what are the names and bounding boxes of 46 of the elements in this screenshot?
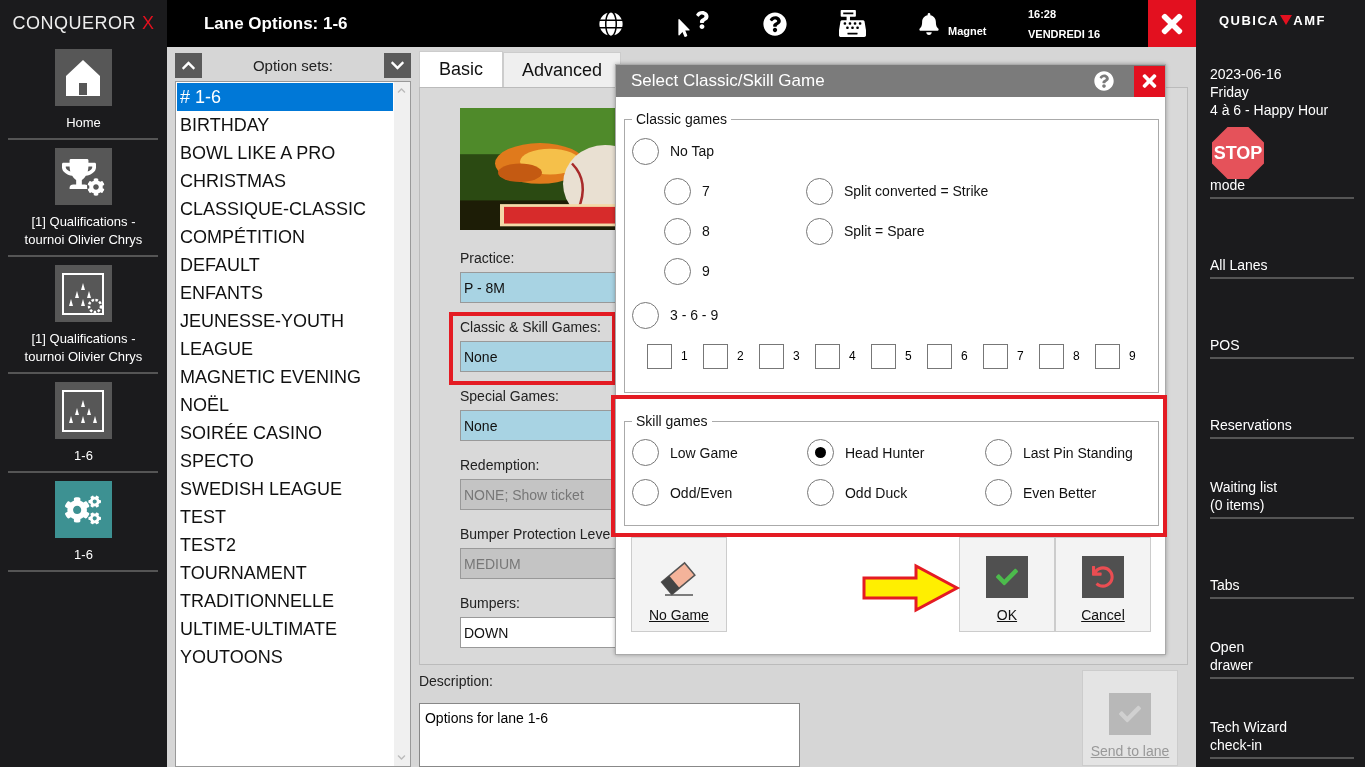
radio-label: 3 - 6 - 9 [669,307,719,323]
checkbox-label: 4 [847,349,857,363]
field-label: Special Games: [459,388,560,405]
field-label: Practice: [459,250,516,267]
radio-label: 9 [701,263,710,279]
radio-label: Low Game [669,444,738,461]
radio-label: Last Pin Standing [1022,444,1133,461]
radio-label: 8 [701,223,710,239]
checkbox-label: 8 [1071,349,1081,363]
app-logo: CONQUEROR [12,13,136,34]
nav-label: 1-6 [73,546,94,564]
checkbox-label: 7 [1015,349,1025,363]
radio-label: Head Hunter [844,444,925,461]
nav-label: [1] Qualifications - tournoi Olivier Chrys [23,213,144,249]
checkbox-label: 1 [679,349,689,363]
nav-label: 1-6 [73,447,94,465]
radio-label: Odd Duck [844,484,908,501]
radio-label: No Tap [669,143,715,159]
date-line: Friday [1209,83,1250,101]
radio-label: Split = Spare [843,223,925,239]
field-label: Classic & Skill Games: [459,319,602,336]
option-sets-title: Option sets: [252,56,333,74]
radio-label: Even Better [1022,484,1097,501]
user-name: Magnet [947,24,988,37]
group-title: Classic games [634,111,728,127]
nav-label: [1] Qualifications - tournoi Olivier Chrys [23,330,144,366]
page-title: Lane Options: 1-6 [203,13,349,34]
clock-time: 16:28 [1027,7,1058,20]
radio-label: 7 [701,183,710,199]
checkbox-label: 5 [903,349,913,363]
brand-logo: QUBICA AMF [1217,11,1327,30]
date-line: 2023-06-16 [1209,65,1283,83]
nav-label: Home [65,114,102,132]
field-label: Bumpers: [459,595,521,612]
checkbox-label: 9 [1127,349,1137,363]
clock-date: VENDREDI 16 [1027,27,1102,40]
checkbox-label: 3 [791,349,801,363]
radio-label: Split converted = Strike [843,183,989,199]
date-line: 4 à 6 - Happy Hour [1209,101,1330,119]
description-label: Description: [418,673,494,690]
field-label: Bumper Protection Leve [459,526,612,543]
app-logo-mark: X [142,13,155,34]
checkbox-label: 2 [735,349,745,363]
dialog-title: Select Classic/Skill Game [629,71,826,91]
field-label: Redemption: [459,457,541,474]
checkbox-label: 6 [959,349,969,363]
